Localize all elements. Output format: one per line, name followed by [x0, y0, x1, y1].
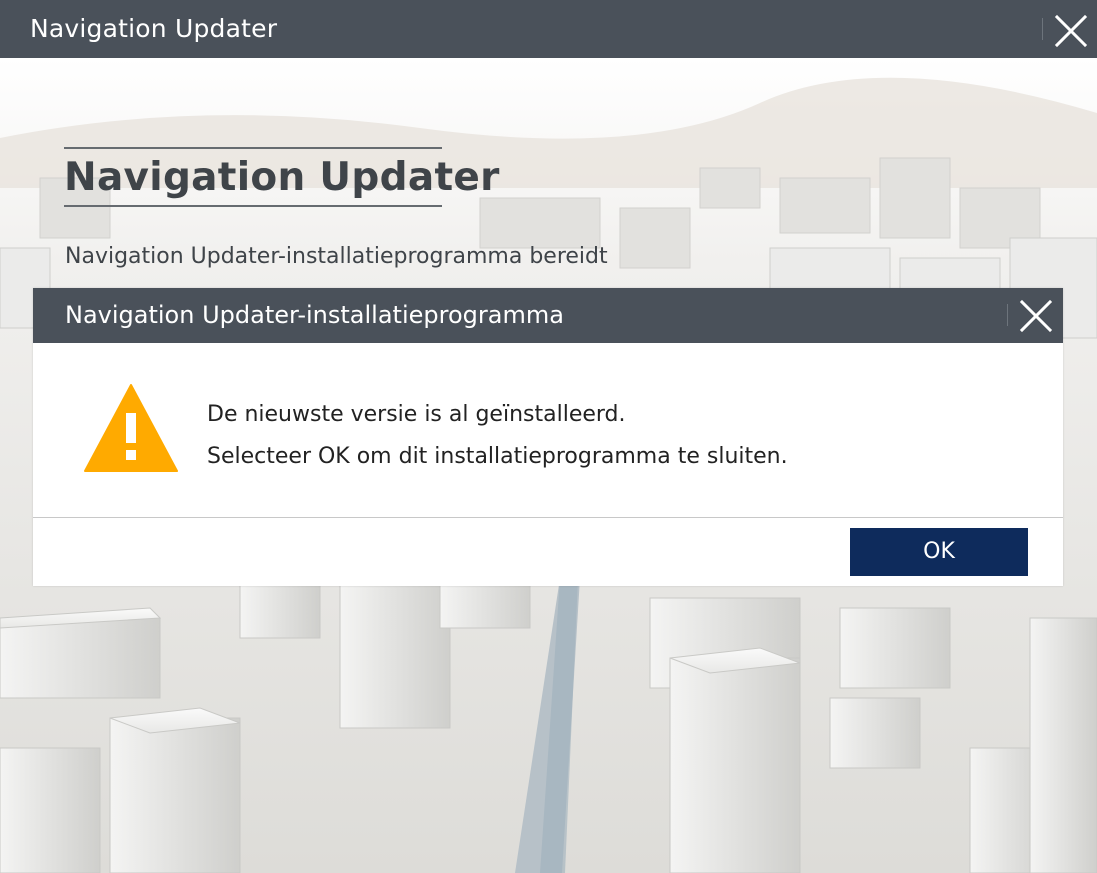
hero-description: Navigation Updater-installatieprogramma … — [65, 244, 608, 269]
close-icon — [1019, 299, 1053, 333]
dialog-titlebar-separator — [1007, 304, 1008, 326]
close-icon — [1054, 14, 1088, 48]
dialog-message-line-1: De nieuwste versie is al geïnstalleerd. — [207, 402, 626, 427]
dialog-title: Navigation Updater-installatieprogramma — [65, 301, 564, 329]
dialog-divider — [33, 517, 1063, 518]
window-title: Navigation Updater — [30, 14, 278, 43]
hero-heading: Navigation Updater — [64, 155, 500, 200]
window-titlebar: Navigation Updater — [0, 0, 1097, 58]
hero-bottom-rule — [64, 205, 442, 207]
dialog-message-line-2: Selecteer OK om dit installatieprogramma… — [207, 444, 788, 469]
dialog-message: De nieuwste versie is al geïnstalleerd. … — [207, 394, 788, 478]
warning-triangle-icon — [84, 384, 178, 472]
hero-top-rule — [64, 147, 442, 149]
dialog-close-button[interactable] — [1007, 296, 1063, 336]
message-dialog: Navigation Updater-installatieprogramma … — [33, 288, 1063, 586]
dialog-titlebar: Navigation Updater-installatieprogramma — [33, 288, 1063, 343]
app-window: Navigation Updater Navigation Updater Na… — [0, 0, 1097, 873]
hero-header: Navigation Updater — [64, 147, 500, 207]
window-close-button[interactable] — [1042, 10, 1097, 50]
ok-button[interactable]: OK — [850, 528, 1028, 576]
titlebar-separator — [1042, 18, 1043, 40]
